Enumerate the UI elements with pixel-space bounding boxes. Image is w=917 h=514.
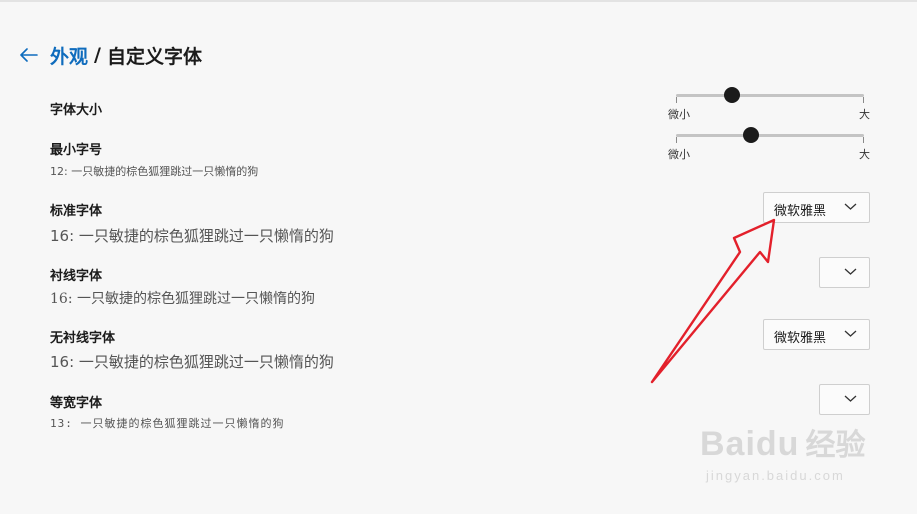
watermark-url: jingyan.baidu.com [706, 468, 845, 483]
baidu-watermark: Baidu 经验 jingyan.baidu.com [700, 420, 866, 483]
watermark-logo-cn: 经验 [805, 428, 866, 463]
watermark-logo: Baidu [700, 425, 800, 463]
